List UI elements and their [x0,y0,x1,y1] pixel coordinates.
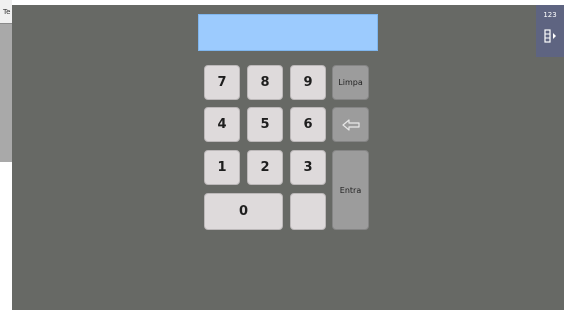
keypad-display[interactable] [198,14,378,51]
backspace-button[interactable] [332,107,369,142]
left-arrow-icon [341,118,360,131]
blank-key[interactable] [290,193,326,230]
key-1[interactable]: 1 [204,150,240,185]
clear-button[interactable]: Limpa [332,65,369,100]
key-8[interactable]: 8 [247,65,283,100]
key-4[interactable]: 4 [204,107,240,142]
key-6[interactable]: 6 [290,107,326,142]
keyboard-switch-icon[interactable] [542,28,558,44]
key-3[interactable]: 3 [290,150,326,185]
key-9[interactable]: 9 [290,65,326,100]
key-2[interactable]: 2 [247,150,283,185]
key-0[interactable]: 0 [204,193,283,230]
key-5[interactable]: 5 [247,107,283,142]
keyboard-mode-label: 123 [543,11,557,19]
background-window: Te [0,0,12,162]
background-window-title: Te [0,0,12,24]
keyboard-mode-panel[interactable]: 123 [536,5,564,57]
numeric-keypad-overlay: 7 8 9 Limpa 4 5 6 1 2 3 Entra 0 [12,5,564,310]
key-7[interactable]: 7 [204,65,240,100]
enter-button[interactable]: Entra [332,150,369,230]
